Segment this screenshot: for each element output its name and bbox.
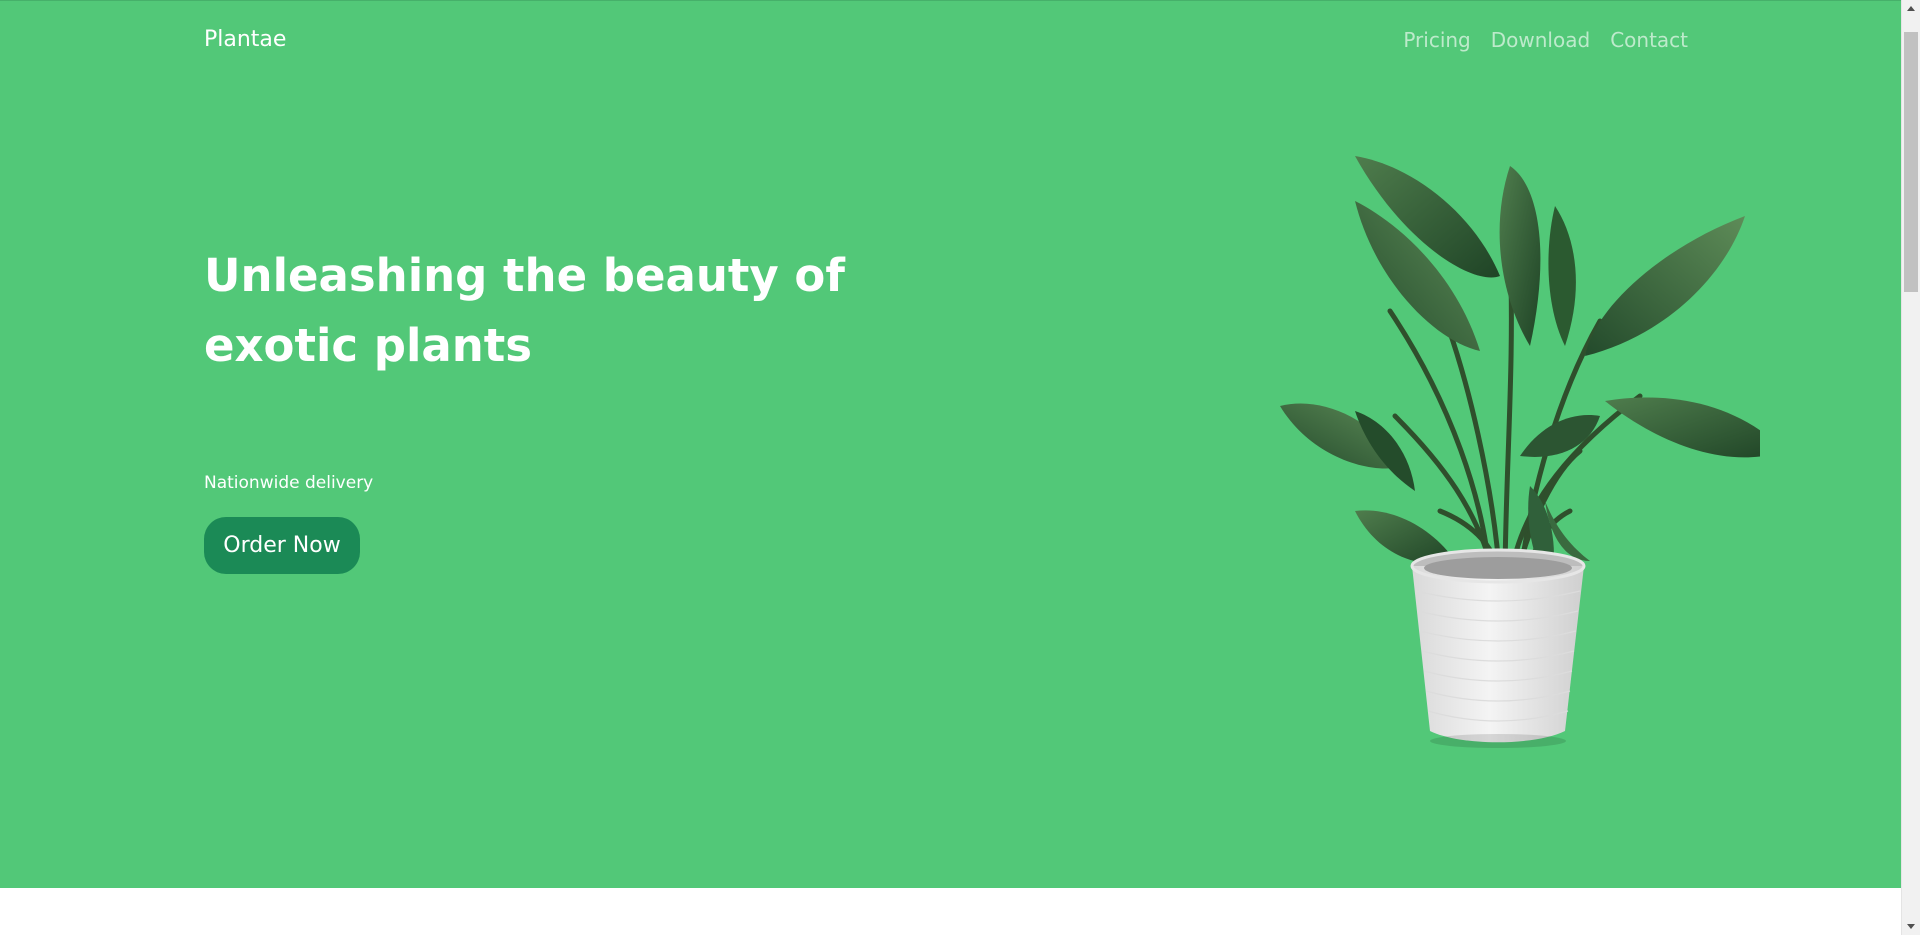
hero-section: Plantae Pricing Download Contact Unleash… [0,0,1901,888]
potted-plant-icon [1280,156,1760,748]
scrollbar-thumb[interactable] [1904,32,1918,292]
page: Plantae Pricing Download Contact Unleash… [0,0,1901,935]
hero-subtext: Nationwide delivery [204,473,374,493]
brand-logo[interactable]: Plantae [204,27,286,52]
scroll-up-icon[interactable] [1902,0,1920,17]
order-now-button[interactable]: Order Now [204,517,360,574]
vertical-scrollbar[interactable] [1901,0,1920,935]
nav-link-pricing[interactable]: Pricing [1393,28,1480,52]
browser-viewport: Plantae Pricing Download Contact Unleash… [0,0,1920,935]
hero-headline: Unleashing the beauty of exotic plants [204,249,845,372]
nav-link-download[interactable]: Download [1481,28,1600,52]
scroll-down-icon[interactable] [1902,918,1920,935]
top-nav: Pricing Download Contact [1393,28,1688,52]
nav-link-contact[interactable]: Contact [1600,28,1688,52]
